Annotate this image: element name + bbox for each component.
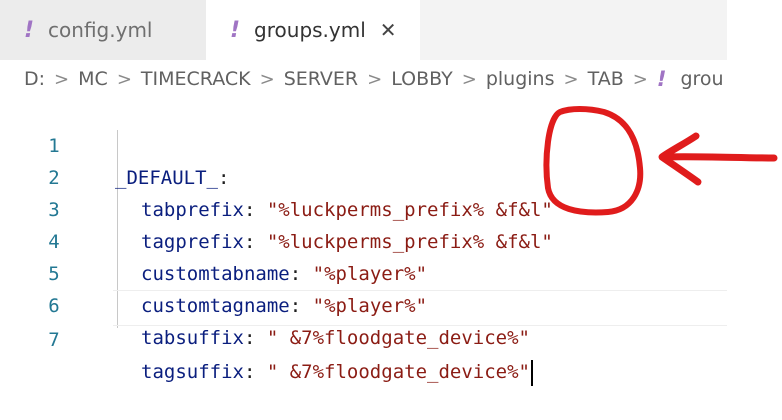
chevron-right-icon: > xyxy=(54,68,70,90)
line-content: tagsuffix: " &7%floodgate_device%" xyxy=(141,356,533,388)
chevron-right-icon: > xyxy=(461,68,477,90)
code-line[interactable]: 4 customtabname: "%player%" xyxy=(0,194,727,285)
tab-label: config.yml xyxy=(48,18,153,42)
code-line[interactable]: 3 tagprefix: "%luckperms_prefix% &f&l" xyxy=(0,162,727,253)
chevron-right-icon: > xyxy=(116,68,132,90)
yaml-colon: : xyxy=(243,327,256,349)
tab-groups-yml[interactable]: ! groups.yml ✕ xyxy=(206,0,420,60)
line-content: tabsuffix: " &7%floodgate_device%" xyxy=(141,322,530,354)
breadcrumb-item-tab[interactable]: TAB xyxy=(588,68,624,90)
breadcrumb-item-drive[interactable]: D: xyxy=(24,68,45,90)
breadcrumb-item-timecrack[interactable]: TIMECRACK xyxy=(141,68,251,90)
chevron-right-icon: > xyxy=(259,68,275,90)
breadcrumb-item-plugins[interactable]: plugins xyxy=(486,68,555,90)
yaml-colon: : xyxy=(243,361,256,383)
yaml-string-value: " &7%floodgate_device%" xyxy=(266,327,530,349)
yaml-key: tagsuffix xyxy=(141,361,244,383)
breadcrumb-item-mc[interactable]: MC xyxy=(78,68,108,90)
breadcrumb: D: > MC > TIMECRACK > SERVER > LOBBY > p… xyxy=(0,60,727,98)
line-number: 7 xyxy=(48,329,60,351)
yaml-file-icon: ! xyxy=(24,17,35,43)
code-line[interactable]: 5 customtagname: "%player%" xyxy=(0,226,727,317)
tab-config-yml[interactable]: ! config.yml xyxy=(0,0,206,60)
breadcrumb-item-server[interactable]: SERVER xyxy=(284,68,358,90)
code-line[interactable]: 6 tabsuffix: " &7%floodgate_device%" xyxy=(0,258,727,349)
yaml-string-value: " &7%floodgate_device%" xyxy=(266,361,530,383)
breadcrumb-item-lobby[interactable]: LOBBY xyxy=(391,68,453,90)
chevron-right-icon: > xyxy=(563,68,579,90)
chevron-right-icon: > xyxy=(632,68,648,90)
tab-bar: ! config.yml ! groups.yml ✕ xyxy=(0,0,727,60)
close-icon[interactable]: ✕ xyxy=(380,18,397,42)
text-cursor xyxy=(530,359,533,386)
yaml-file-icon: ! xyxy=(656,67,667,91)
code-line[interactable]: 7 tagsuffix: " &7%floodgate_device%" xyxy=(0,292,727,386)
yaml-file-icon: ! xyxy=(230,17,241,43)
code-editor[interactable]: 1 _DEFAULT_: 2 tabprefix: "%luckperms_pr… xyxy=(0,98,727,386)
yaml-key: tabsuffix xyxy=(141,327,244,349)
chevron-right-icon: > xyxy=(367,68,383,90)
code-line[interactable]: 1 _DEFAULT_: xyxy=(0,98,727,189)
code-line[interactable]: 2 tabprefix: "%luckperms_prefix% &f&l" xyxy=(0,130,727,221)
tab-label: groups.yml xyxy=(254,18,366,42)
breadcrumb-item-file[interactable]: grou xyxy=(680,68,723,90)
